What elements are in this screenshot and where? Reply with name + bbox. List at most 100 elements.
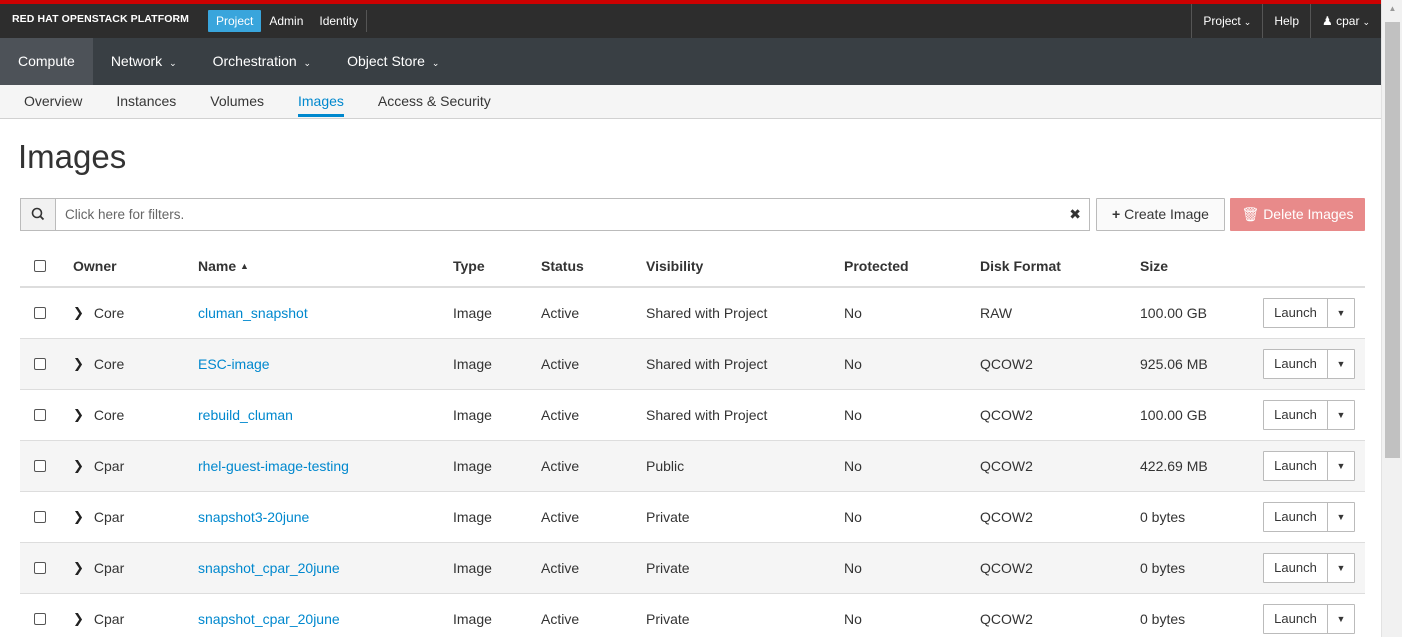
disk-format-cell: QCOW2 — [980, 560, 1033, 576]
expand-chevron-icon[interactable]: ❯ — [73, 356, 84, 372]
vertical-scrollbar[interactable]: ▲ — [1381, 0, 1402, 637]
size-cell: 100.00 GB — [1140, 305, 1207, 321]
help-link[interactable]: Help — [1262, 4, 1310, 38]
expand-chevron-icon[interactable]: ❯ — [73, 458, 84, 474]
delete-images-button[interactable]: 🗑 Delete Images — [1230, 198, 1365, 231]
subnav-access-security[interactable]: Access & Security — [364, 85, 505, 119]
filter-input[interactable] — [65, 199, 1045, 230]
col-type[interactable]: Type — [453, 246, 485, 286]
row-checkbox[interactable] — [34, 358, 46, 370]
times-icon[interactable]: ✖ — [1069, 206, 1081, 223]
col-size[interactable]: Size — [1140, 246, 1168, 286]
caret-down-icon[interactable]: ▼ — [1328, 401, 1354, 429]
name-cell: snapshot_cpar_20june — [198, 594, 340, 637]
chevron-down-icon: ⌄ — [1243, 17, 1252, 27]
row-checkbox[interactable] — [34, 409, 46, 421]
image-name-link[interactable]: cluman_snapshot — [198, 305, 308, 321]
image-name-link[interactable]: rhel-guest-image-testing — [198, 458, 349, 474]
sort-asc-icon: ▲ — [240, 261, 249, 271]
caret-down-icon[interactable]: ▼ — [1328, 299, 1354, 327]
col-owner[interactable]: Owner — [73, 246, 117, 286]
subnav-volumes[interactable]: Volumes — [196, 85, 278, 119]
tab-identity[interactable]: Identity — [311, 10, 368, 32]
select-all-checkbox[interactable] — [34, 260, 46, 272]
caret-down-icon[interactable]: ▼ — [1328, 605, 1354, 633]
table-row: ❯ Core ESC-image Image Active Shared with… — [20, 339, 1365, 390]
expand-chevron-icon[interactable]: ❯ — [73, 407, 84, 423]
owner-cell: ❯ Cpar — [73, 594, 124, 637]
row-checkbox[interactable] — [34, 511, 46, 523]
nav-object-store[interactable]: Object Store ⌄ — [329, 38, 457, 85]
user-menu[interactable]: ♟ cpar ⌄ — [1310, 4, 1381, 38]
owner-value: Cpar — [93, 458, 125, 474]
delete-images-label: Delete Images — [1263, 206, 1354, 222]
name-cell: ESC-image — [198, 339, 270, 389]
row-checkbox[interactable] — [34, 307, 46, 319]
row-select-cell — [34, 492, 46, 542]
caret-down-icon[interactable]: ▼ — [1328, 452, 1354, 480]
expand-chevron-icon[interactable]: ❯ — [73, 305, 84, 321]
launch-button[interactable]: Launch — [1264, 554, 1328, 582]
tab-project[interactable]: Project — [208, 10, 262, 32]
scroll-up-arrow-icon[interactable]: ▲ — [1382, 4, 1402, 18]
launch-button[interactable]: Launch — [1264, 452, 1328, 480]
status-cell: Active — [541, 407, 580, 423]
visibility-cell: Shared with Project — [646, 356, 768, 372]
caret-down-icon[interactable]: ▼ — [1328, 350, 1354, 378]
subnav-images[interactable]: Images — [284, 85, 358, 119]
disk-format-cell: QCOW2 — [980, 458, 1033, 474]
launch-button[interactable]: Launch — [1264, 401, 1328, 429]
launch-button-group: Launch ▼ — [1263, 400, 1355, 430]
image-name-link[interactable]: rebuild_cluman — [198, 407, 293, 423]
protected-cell: No — [844, 356, 862, 372]
search-button[interactable] — [21, 199, 56, 230]
type-cell: Image — [453, 509, 492, 525]
user-icon: ♟ — [1322, 14, 1333, 28]
row-checkbox[interactable] — [34, 460, 46, 472]
status-cell: Active — [541, 305, 580, 321]
row-select-cell — [34, 441, 46, 491]
table-row: ❯ Cpar snapshot_cpar_20june Image Active … — [20, 594, 1365, 637]
launch-button[interactable]: Launch — [1264, 350, 1328, 378]
expand-chevron-icon[interactable]: ❯ — [73, 560, 84, 576]
launch-button[interactable]: Launch — [1264, 605, 1328, 633]
subnav-overview[interactable]: Overview — [10, 85, 96, 119]
row-checkbox[interactable] — [34, 613, 46, 625]
caret-down-icon[interactable]: ▼ — [1328, 554, 1354, 582]
launch-button[interactable]: Launch — [1264, 503, 1328, 531]
scrollbar-thumb[interactable] — [1385, 22, 1400, 458]
col-visibility[interactable]: Visibility — [646, 246, 703, 286]
tab-admin[interactable]: Admin — [261, 10, 311, 32]
image-name-link[interactable]: snapshot3-20june — [198, 509, 309, 525]
col-name[interactable]: Name ▲ — [198, 246, 249, 286]
col-disk-format[interactable]: Disk Format — [980, 246, 1061, 286]
subnav-instances[interactable]: Instances — [102, 85, 190, 119]
image-name-link[interactable]: ESC-image — [198, 356, 270, 372]
col-status[interactable]: Status — [541, 246, 584, 286]
nav-orchestration[interactable]: Orchestration ⌄ — [195, 38, 329, 85]
image-name-link[interactable]: snapshot_cpar_20june — [198, 560, 340, 576]
owner-value: Core — [93, 356, 125, 372]
expand-chevron-icon[interactable]: ❯ — [73, 611, 84, 627]
visibility-cell: Private — [646, 611, 690, 627]
type-cell: Image — [453, 458, 492, 474]
expand-chevron-icon[interactable]: ❯ — [73, 509, 84, 525]
launch-button[interactable]: Launch — [1264, 299, 1328, 327]
col-protected[interactable]: Protected — [844, 246, 909, 286]
create-image-button[interactable]: + Create Image — [1096, 198, 1225, 231]
nav-network[interactable]: Network ⌄ — [93, 38, 195, 85]
image-name-link[interactable]: snapshot_cpar_20june — [198, 611, 340, 627]
protected-cell: No — [844, 509, 862, 525]
row-checkbox[interactable] — [34, 562, 46, 574]
nav-compute[interactable]: Compute — [0, 38, 93, 85]
caret-down-icon[interactable]: ▼ — [1328, 503, 1354, 531]
chevron-down-icon: ⌄ — [169, 58, 177, 68]
table-row: ❯ Cpar snapshot3-20june Image Active Priv… — [20, 492, 1365, 543]
row-select-cell — [34, 390, 46, 440]
nav-network-label: Network — [110, 53, 163, 69]
size-cell: 0 bytes — [1140, 611, 1186, 627]
protected-cell: No — [844, 305, 862, 321]
select-all-cell — [34, 246, 46, 286]
protected-cell: No — [844, 611, 862, 627]
project-dropdown[interactable]: Project ⌄ — [1191, 4, 1262, 38]
